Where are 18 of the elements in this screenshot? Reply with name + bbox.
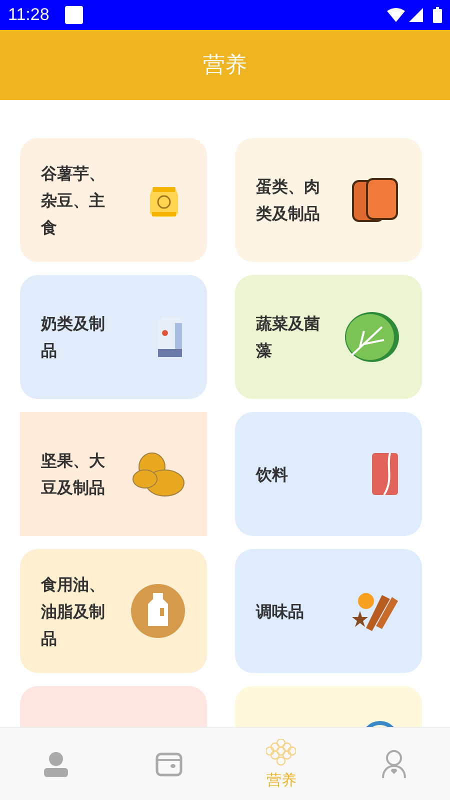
category-card[interactable]: 蛋类、肉类及制品 [235,138,422,262]
category-label: 坚果、大豆及制品 [41,450,106,499]
category-label: 饮料 [256,464,289,486]
category-card[interactable]: 调味品 [235,549,422,673]
category-label: 谷薯芋、杂豆、主食 [41,162,106,238]
category-label: 蛋类、肉类及制品 [256,176,321,225]
category-label: 蔬菜及菌藻 [256,313,321,362]
status-time: 11:28 [8,5,50,25]
category-card[interactable]: 坚果、大豆及制品 [20,412,207,536]
category-label: 食用油、油脂及制品 [41,574,106,650]
category-card[interactable]: 谷薯芋、杂豆、主食 [20,138,207,262]
category-label: 调味品 [256,600,305,622]
category-card[interactable]: 食用油、油脂及制品 [20,549,207,673]
header-title: 营养 [203,52,247,80]
category-card[interactable]: 饮料 [235,412,422,536]
category-card[interactable]: 奶类及制品 [20,275,207,399]
category-card[interactable]: 蔬菜及菌藻 [235,275,422,399]
category-label: 奶类及制品 [41,313,106,362]
